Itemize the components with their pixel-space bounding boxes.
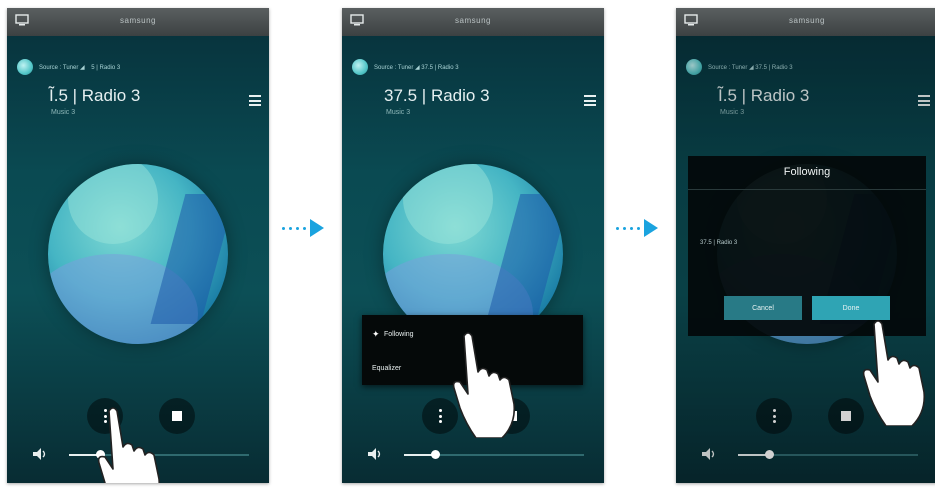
menu-item-equalizer[interactable]: Equalizer [372, 365, 401, 372]
station-title: 37.5 | Radio 3 [384, 86, 490, 105]
volume-icon[interactable] [368, 448, 384, 460]
following-dialog: Following 37.5 | Radio 3 Cancel Done [688, 156, 926, 336]
phone-screen-1: samsung Source : Tuner ◢ 5 | Radio 3 Ĩ.5… [7, 8, 269, 483]
phone-screen-2: samsung Source : Tuner ◢ 37.5 | Radio 3 … [342, 8, 604, 483]
volume-slider[interactable] [404, 450, 584, 459]
source-icon [352, 59, 368, 75]
tap-hand-icon [862, 320, 926, 426]
source-selector[interactable]: Source : Tuner ◢ 5 | Radio 3 [17, 58, 120, 76]
dialog-station[interactable]: 37.5 | Radio 3 [700, 240, 737, 246]
stop-icon [172, 411, 182, 421]
cancel-button[interactable]: Cancel [724, 296, 802, 320]
dialog-divider [688, 189, 926, 190]
source-text: Source : Tuner ◢ 37.5 | Radio 3 [374, 64, 459, 71]
station-subtitle: Music 3 [51, 109, 76, 116]
dialog-title: Following [783, 166, 831, 178]
status-bar: samsung [676, 8, 935, 36]
source-selector[interactable]: Source : Tuner ◢ 37.5 | Radio 3 [352, 58, 459, 76]
menu-item-following[interactable]: Following [384, 331, 414, 338]
album-art [48, 164, 228, 344]
menu-icon[interactable] [249, 95, 261, 106]
menu-icon[interactable] [584, 95, 596, 106]
source-text: Source : Tuner ◢ 5 | Radio 3 [39, 64, 121, 71]
tap-hand-icon [452, 332, 516, 438]
more-options-icon [438, 409, 442, 423]
status-bar: samsung [7, 8, 269, 36]
status-title: samsung [455, 16, 491, 25]
arrow-right-icon [282, 218, 324, 238]
volume-knob[interactable] [430, 450, 440, 459]
status-bar: samsung [342, 8, 604, 36]
phone-screen-3: samsung Source : Tuner ◢ 37.5 | Radio 3 … [676, 8, 935, 483]
station-title: Ĩ.5 | Radio 3 [49, 86, 141, 105]
station-subtitle: Music 3 [386, 109, 411, 116]
status-title: samsung [120, 16, 156, 25]
arrow-right-icon [616, 218, 658, 238]
status-title: samsung [789, 16, 825, 25]
tap-hand-icon [97, 407, 161, 483]
following-icon: ✦ [372, 329, 380, 339]
volume-icon[interactable] [33, 448, 49, 460]
source-icon [17, 59, 33, 75]
